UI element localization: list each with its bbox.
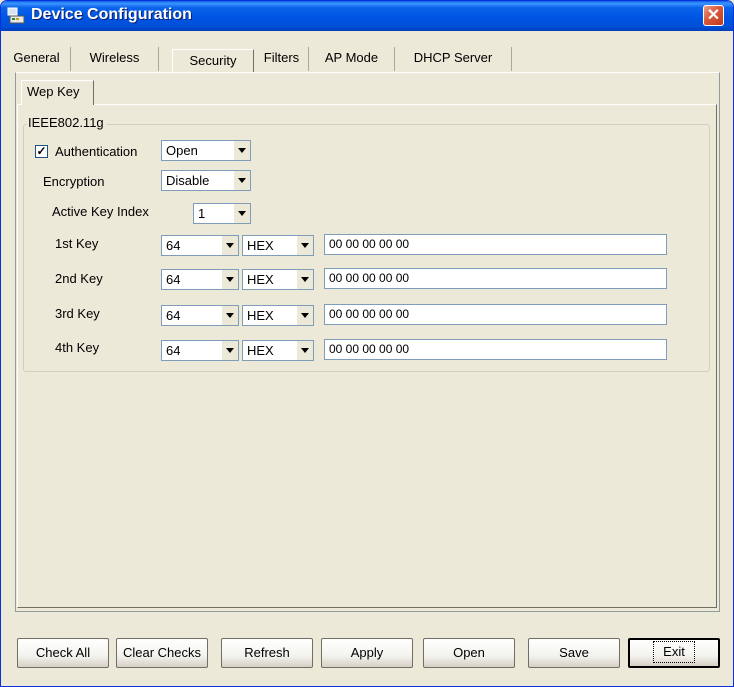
check-all-button[interactable]: Check All: [17, 638, 109, 668]
tab-wireless[interactable]: Wireless: [71, 47, 159, 71]
chevron-down-icon[interactable]: [296, 270, 313, 289]
close-icon: ✕: [706, 7, 721, 24]
active-key-index-label: Active Key Index: [52, 204, 149, 219]
tab-general[interactable]: General: [3, 47, 71, 71]
close-button[interactable]: ✕: [703, 5, 724, 26]
authentication-label: Authentication: [55, 144, 138, 159]
active-key-index-select[interactable]: 1: [193, 203, 251, 224]
key-2-length-select[interactable]: 64: [161, 269, 239, 290]
key-3-length-select[interactable]: 64: [161, 305, 239, 326]
key-2-label: 2nd Key: [55, 271, 103, 286]
key-4-label: 4th Key: [55, 340, 100, 355]
open-button[interactable]: Open: [423, 638, 515, 668]
key-3-label: 3rd Key: [55, 306, 100, 321]
device-configuration-window: Device Configuration ✕ General Wireless …: [0, 0, 734, 687]
key-1-format-select[interactable]: HEX: [242, 235, 314, 256]
exit-button[interactable]: Exit: [628, 638, 720, 668]
title-bar[interactable]: Device Configuration ✕: [1, 1, 733, 31]
chevron-down-icon[interactable]: [221, 270, 238, 289]
chevron-down-icon[interactable]: [296, 341, 313, 360]
apply-button[interactable]: Apply: [321, 638, 413, 668]
chevron-down-icon[interactable]: [221, 306, 238, 325]
tab-ap-mode[interactable]: AP Mode: [309, 47, 395, 71]
subtab-wep-key[interactable]: Wep Key: [21, 80, 94, 105]
window-title: Device Configuration: [31, 6, 192, 23]
key-2-format-select[interactable]: HEX: [242, 269, 314, 290]
chevron-down-icon[interactable]: [296, 236, 313, 255]
key-1-input[interactable]: 00 00 00 00 00: [324, 234, 667, 255]
key-4-length-select[interactable]: 64: [161, 340, 239, 361]
chevron-down-icon[interactable]: [296, 306, 313, 325]
tab-security[interactable]: Security: [172, 49, 254, 73]
refresh-button[interactable]: Refresh: [221, 638, 313, 668]
chevron-down-icon[interactable]: [233, 204, 250, 223]
save-button[interactable]: Save: [528, 638, 620, 668]
encryption-label: Encryption: [43, 174, 105, 189]
chevron-down-icon[interactable]: [233, 141, 250, 160]
key-1-label: 1st Key: [55, 236, 99, 251]
key-3-format-select[interactable]: HEX: [242, 305, 314, 326]
authentication-select[interactable]: Open: [161, 140, 251, 161]
clear-checks-button[interactable]: Clear Checks: [116, 638, 208, 668]
encryption-select[interactable]: Disable: [161, 170, 251, 191]
group-label: IEEE802.11g: [27, 115, 107, 130]
network-device-icon: [7, 7, 25, 24]
chevron-down-icon[interactable]: [233, 171, 250, 190]
key-4-format-select[interactable]: HEX: [242, 340, 314, 361]
key-1-length-select[interactable]: 64: [161, 235, 239, 256]
tab-filters[interactable]: Filters: [255, 47, 309, 71]
chevron-down-icon[interactable]: [221, 236, 238, 255]
tab-dhcp-server[interactable]: DHCP Server: [395, 47, 512, 71]
key-2-input[interactable]: 00 00 00 00 00: [324, 268, 667, 289]
key-4-input[interactable]: 00 00 00 00 00: [324, 339, 667, 360]
chevron-down-icon[interactable]: [221, 341, 238, 360]
authentication-checkbox[interactable]: ✓: [35, 145, 48, 158]
key-3-input[interactable]: 00 00 00 00 00: [324, 304, 667, 325]
checkmark-icon: ✓: [36, 144, 47, 158]
